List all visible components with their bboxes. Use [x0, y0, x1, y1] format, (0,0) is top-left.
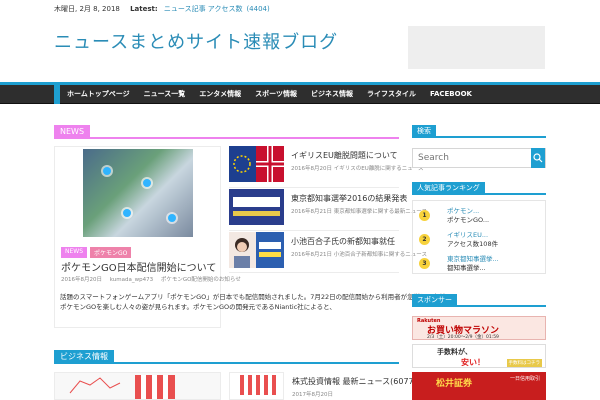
ad-headline: 安い！ [461, 358, 485, 367]
side-post-meta: 2016年8月20日 イギリスのEU離脱に関するニュース [291, 166, 424, 172]
news-section-tag[interactable]: NEWS [54, 125, 91, 139]
ranking-line1[interactable]: ポケモン... [447, 207, 489, 216]
latest-news-count: (4404) [246, 5, 270, 13]
featured-post-image[interactable] [83, 149, 193, 237]
side-post-item[interactable]: 東京都知事選挙2016の結果発表 2016年8月21日 東京都知事選挙に関する最… [229, 189, 427, 225]
featured-post-title[interactable]: ポケモンGO日本配信開始について [61, 259, 216, 274]
side-post-meta: 2016年8月21日 小池百合子新都知事に関するニュース [291, 252, 427, 258]
category-tag[interactable]: ポケモンGO [90, 247, 132, 258]
header-ad-placeholder [408, 26, 545, 69]
nav-item-4[interactable]: スポーツ情報 [248, 85, 304, 104]
ranking-text: ポケモン... ポケモンGO... [447, 207, 489, 225]
category-tag[interactable]: NEWS [61, 247, 88, 258]
nav-item-1[interactable]: ホームトップページ [60, 85, 137, 104]
ad-brand: 手数料が、 [437, 348, 472, 356]
side-post-title[interactable]: 東京都知事選挙2016の結果発表 [291, 193, 407, 204]
ad-headline: 一日信用取引 [510, 376, 541, 382]
business-section-bar: ビジネス情報 [54, 350, 399, 364]
side-post-thumbnail[interactable] [229, 189, 284, 225]
side-post-thumbnail[interactable] [229, 232, 284, 268]
side-post-title[interactable]: 小池百合子氏の新都知事就任 [291, 236, 395, 247]
ranking-line2: ポケモンGO... [447, 216, 490, 224]
site-header: ニュースまとめサイト速報ブログ [0, 18, 600, 83]
post-divider [229, 187, 399, 188]
top-bar: 木曜日, 2月 8, 2018 Latest: ニュース記事 アクセス数 (440… [0, 0, 600, 18]
sidebar: 検索 [412, 125, 546, 168]
business-post-image[interactable] [54, 372, 221, 400]
business-post-meta: 2017年8月20日 [292, 392, 333, 398]
pokestop-icon [103, 167, 111, 175]
latest-news-link[interactable]: ニュース記事 アクセス数 [164, 5, 243, 13]
brexit-flag-icon [229, 146, 284, 182]
business-side-thumbnail[interactable] [229, 372, 284, 400]
post-date[interactable]: 2016年8月20日 [61, 277, 102, 283]
ranking-item[interactable]: 2 イギリスEU... アクセス数108件 [417, 231, 543, 249]
business-post-title[interactable]: 株式投資情報 最新ニュース(6077) [292, 376, 417, 387]
ad-subtext: 2/3（土）20:00～2/9（金）01:59 [427, 335, 499, 340]
ranking-line2: アクセス数108件 [447, 240, 499, 248]
side-post-item[interactable]: イギリスEU離脱問題について 2016年8月20日 イギリスのEU離脱に関するニ… [229, 146, 423, 182]
stock-chart-thumbnail [55, 373, 220, 399]
nav-item-facebook[interactable]: FACEBOOK [423, 85, 479, 104]
side-post-thumbnail[interactable] [229, 146, 284, 182]
rank-badge: 3 [419, 258, 430, 269]
ads-widget-label: スポンサー [412, 294, 457, 307]
site-title[interactable]: ニュースまとめサイト速報ブログ [54, 28, 338, 54]
side-post-meta: 2016年8月21日 東京都知事選挙に関する最新ニュース [291, 209, 427, 215]
search-icon [533, 153, 543, 163]
nav-item-3[interactable]: エンタメ情報 [192, 85, 248, 104]
featured-post-excerpt: 話題のスマートフォンゲームアプリ「ポケモンGO」が日本でも配信開始されました。7… [60, 293, 453, 311]
latest-label: Latest: [130, 5, 158, 13]
nav-item-6[interactable]: ライフスタイル [360, 85, 423, 104]
election-banner-icon [229, 189, 284, 225]
ranking-item[interactable]: 3 東京都知事選挙... 都知事選挙... [417, 255, 543, 273]
pokestop-icon [143, 179, 151, 187]
search-box [412, 148, 546, 168]
ad-subtext: 手数料はコチラ [506, 359, 542, 367]
ranking-text: イギリスEU... アクセス数108件 [447, 231, 498, 249]
matsui-ad-banner[interactable]: 松井証券 一日信用取引 [412, 372, 546, 400]
rank-badge: 2 [419, 234, 430, 245]
main-navigation: ホームトップページ ニュース一覧 エンタメ情報 スポーツ情報 ビジネス情報 ライ… [0, 85, 600, 104]
pokestop-icon [123, 209, 131, 217]
rank-badge: 1 [419, 210, 430, 221]
ranking-line1[interactable]: イギリスEU... [447, 231, 498, 240]
candidate-portrait-icon [229, 232, 284, 268]
featured-category-tags: NEWS ポケモンGO [61, 247, 132, 258]
pokestop-icon [168, 214, 176, 222]
post-divider [229, 230, 399, 231]
ranking-line2: 都知事選挙... [447, 264, 486, 272]
business-section-tag[interactable]: ビジネス情報 [54, 350, 114, 364]
search-widget-label: 検索 [412, 125, 436, 138]
ranking-text: 東京都知事選挙... 都知事選挙... [447, 255, 499, 273]
side-post-title[interactable]: イギリスEU離脱問題について [291, 150, 398, 161]
ad-brand: 松井証券 [436, 379, 473, 389]
nav-item-5[interactable]: ビジネス情報 [304, 85, 360, 104]
rakuten-ad-banner[interactable]: Rakuten お買い物マラソン 2/3（土）20:00～2/9（金）01:59 [412, 316, 546, 340]
ranking-item[interactable]: 1 ポケモン... ポケモンGO... [417, 207, 543, 225]
red-stripes-icon [236, 375, 281, 399]
side-post-item[interactable]: 小池百合子氏の新都知事就任 2016年8月21日 小池百合子新都知事に関するニュ… [229, 232, 427, 268]
post-comments[interactable]: ポケモンGO配信開始のお知らせ [161, 277, 241, 283]
post-divider [229, 272, 399, 273]
nav-item-2[interactable]: ニュース一覧 [137, 85, 193, 104]
ranking-widget-title: 人気記事ランキング [412, 182, 546, 195]
featured-post-meta: 2016年8月20日 kumada_wp473 ポケモンGO配信開始のお知らせ [61, 275, 247, 283]
ranking-widget-label: 人気記事ランキング [412, 182, 485, 195]
search-widget-title: 検索 [412, 125, 546, 138]
news-section-bar: NEWS [54, 125, 399, 139]
ads-widget-title: スポンサー [412, 294, 546, 307]
fee-ad-banner[interactable]: 手数料が、 安い！ 手数料はコチラ [412, 344, 546, 368]
post-author[interactable]: kumada_wp473 [110, 277, 153, 283]
ranking-list: 1 ポケモン... ポケモンGO... 2 イギリスEU... アクセス数108… [412, 200, 546, 274]
search-button[interactable] [531, 148, 545, 168]
ranking-line1[interactable]: 東京都知事選挙... [447, 255, 499, 264]
current-date: 木曜日, 2月 8, 2018 [54, 5, 120, 13]
search-input[interactable] [413, 149, 521, 167]
